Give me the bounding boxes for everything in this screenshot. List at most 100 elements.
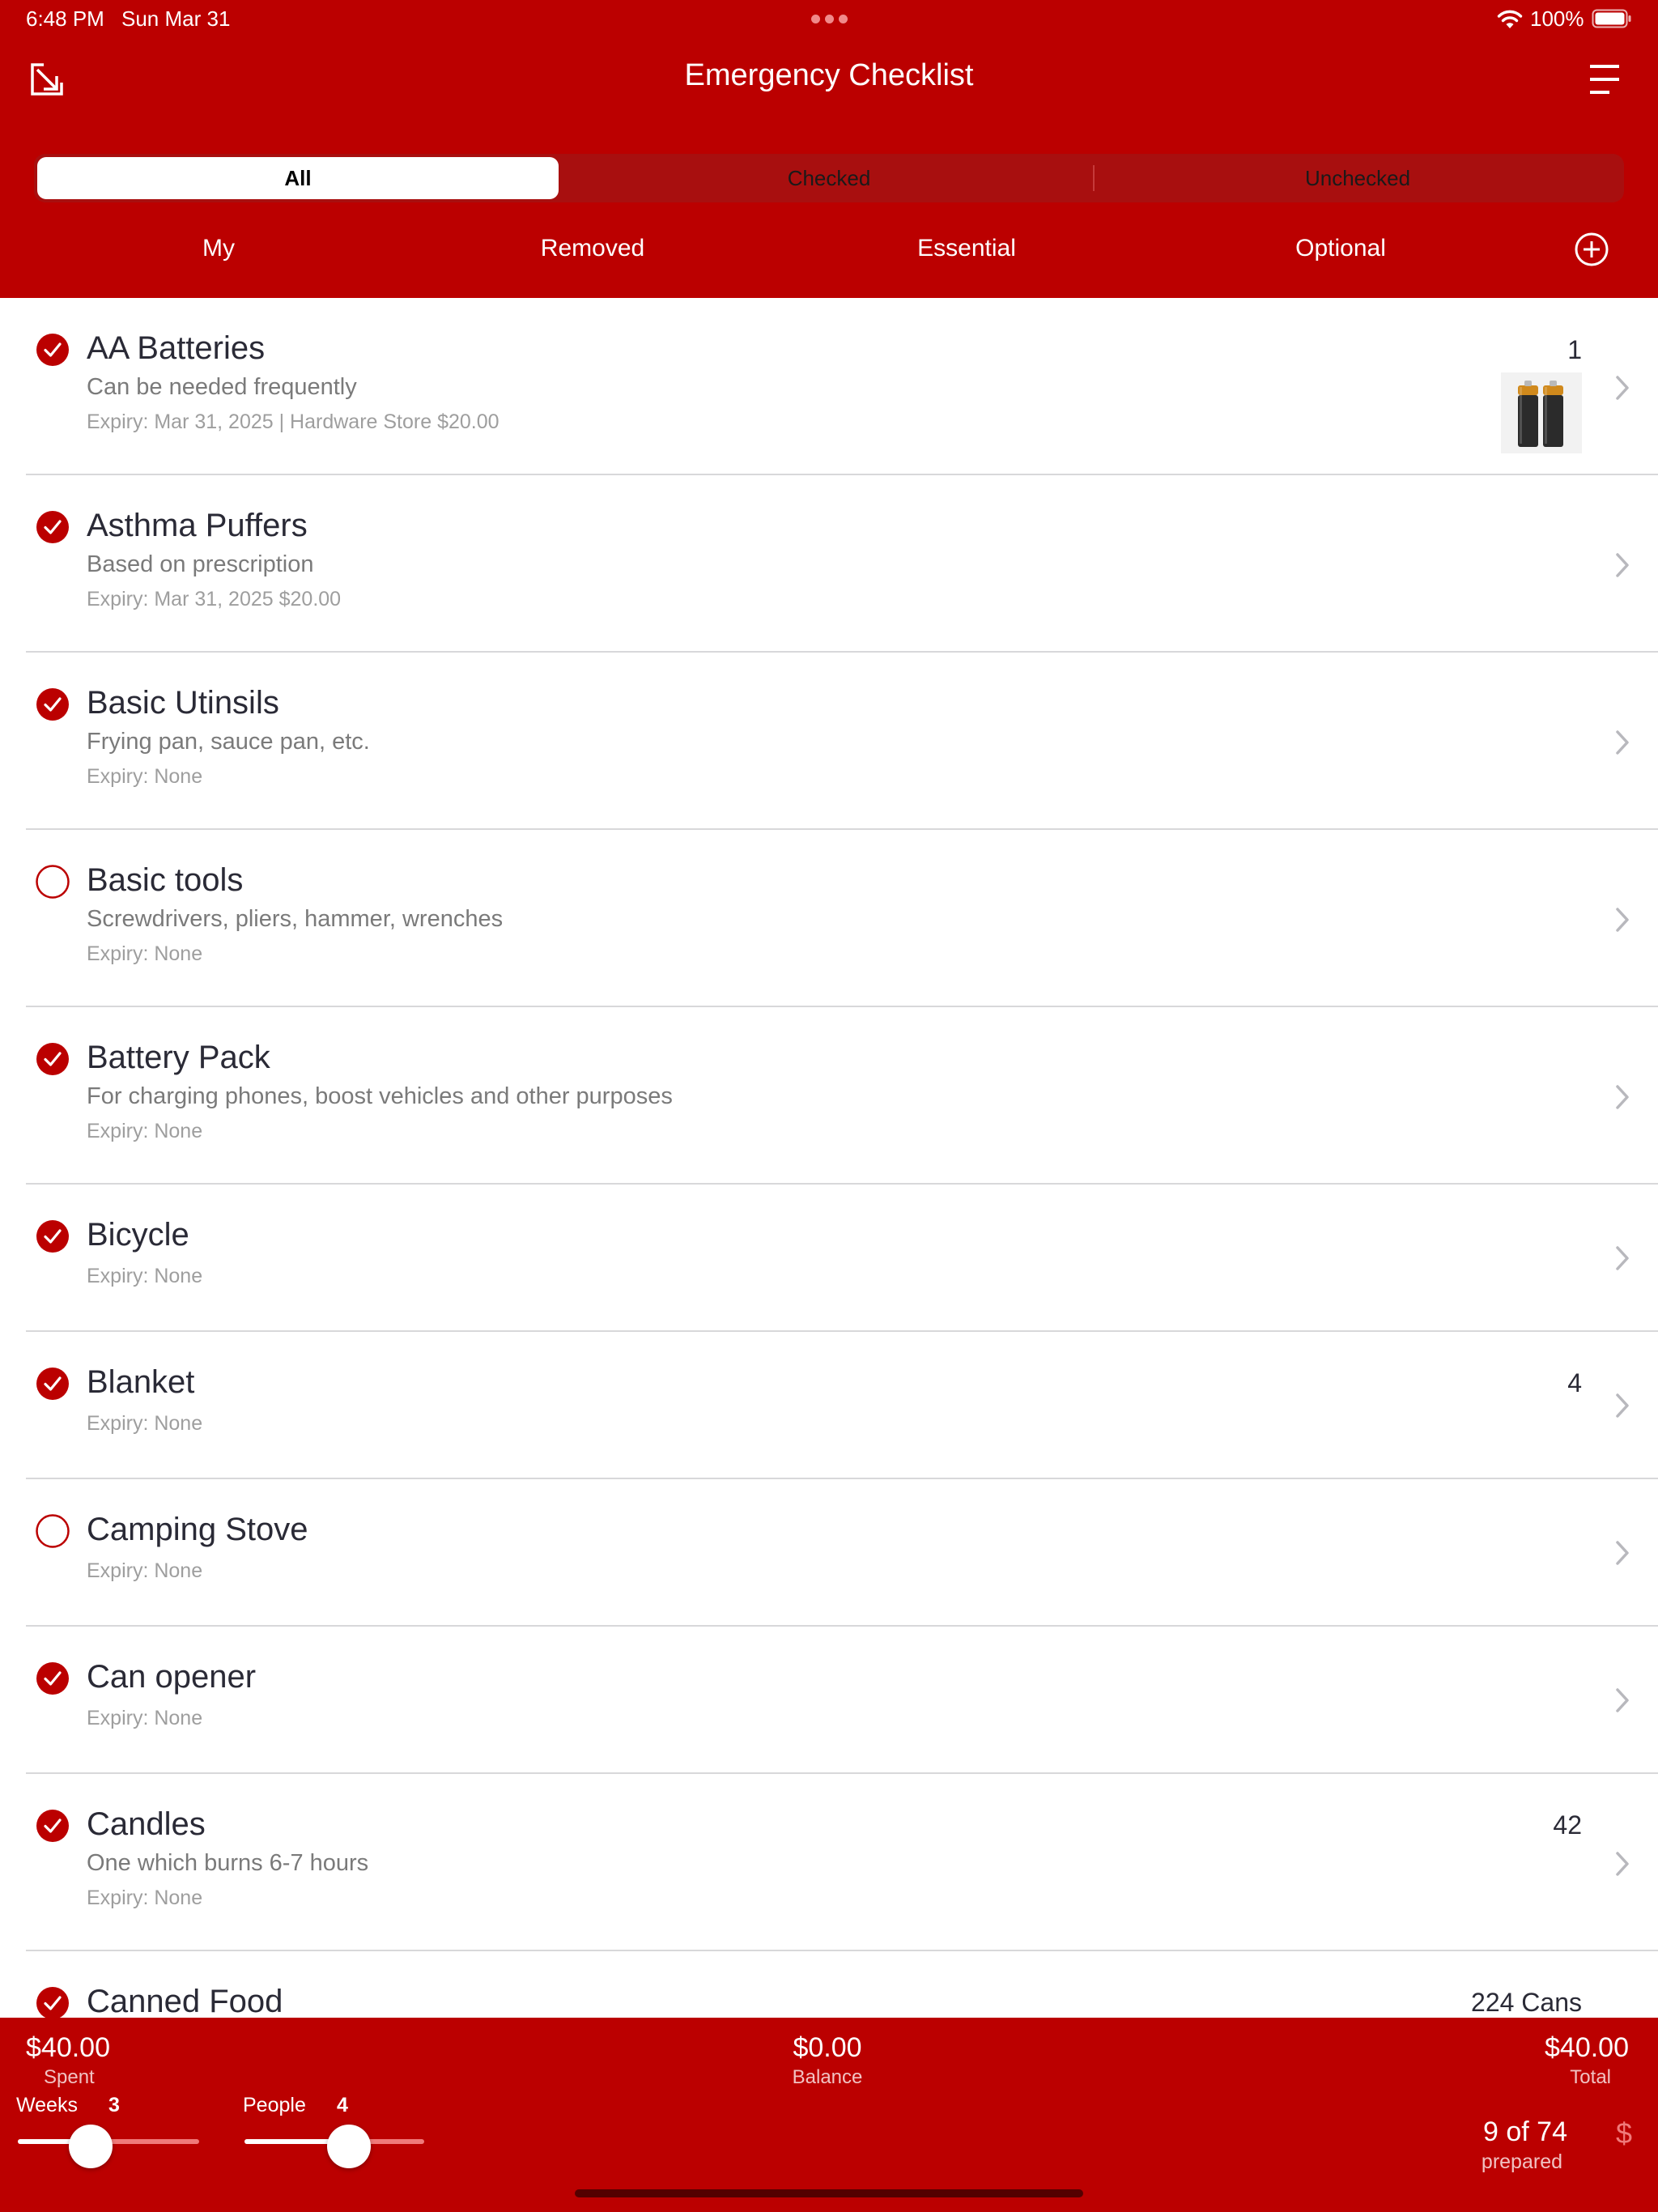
summary-bar: $40.00 Spent $0.00 Balance $40.00 Total … [0, 2018, 1658, 2212]
item-description: Screwdrivers, pliers, hammer, wrenches [87, 906, 504, 932]
item-title: Basic Utinsils [87, 685, 279, 721]
item-quantity: 42 [1553, 1810, 1582, 1840]
weeks-slider-thumb[interactable] [68, 2125, 113, 2168]
list-item[interactable]: Can opener Expiry: None [0, 1627, 1658, 1774]
dollar-icon[interactable]: $ [1616, 2116, 1632, 2150]
item-description: One which burns 6-7 hours [87, 1850, 369, 1876]
check-circle-icon[interactable] [36, 1367, 70, 1401]
item-title: Blanket [87, 1364, 195, 1400]
list-item[interactable]: Canned Food 224 Cans [0, 1951, 1658, 2018]
check-circle-icon[interactable] [36, 1219, 70, 1253]
item-title: Asthma Puffers [87, 508, 308, 543]
people-slider-thumb[interactable] [326, 2125, 371, 2168]
check-circle-icon[interactable] [36, 687, 70, 721]
item-title: Candles [87, 1806, 206, 1842]
spent-label: Spent [44, 2066, 95, 2088]
list-item[interactable]: Asthma Puffers Based on prescription Exp… [0, 475, 1658, 653]
item-quantity: 224 Cans [1471, 1988, 1582, 2017]
item-quantity: 4 [1567, 1368, 1582, 1397]
check-circle-icon[interactable] [36, 510, 70, 544]
weeks-value: 3 [108, 2094, 120, 2116]
page-title: Emergency Checklist [684, 58, 974, 92]
total-amount: $40.00 [1545, 2032, 1629, 2063]
wifi-icon [1497, 10, 1523, 28]
spent-amount: $40.00 [26, 2032, 110, 2063]
chevron-right-icon[interactable] [1614, 1392, 1630, 1419]
list-item[interactable]: Blanket Expiry: None 4 [0, 1332, 1658, 1479]
segment-unchecked[interactable]: Unchecked [1095, 157, 1621, 199]
chevron-right-icon[interactable] [1614, 551, 1630, 579]
item-meta: Expiry: None [87, 765, 203, 788]
item-meta: Expiry: Mar 31, 2025 | Hardware Store $2… [87, 410, 500, 433]
chevron-right-icon[interactable] [1614, 729, 1630, 756]
chevron-right-icon[interactable] [1614, 1244, 1630, 1272]
segment-all[interactable]: All [37, 157, 559, 199]
item-title: Bicycle [87, 1217, 189, 1253]
item-description: Frying pan, sauce pan, etc. [87, 729, 370, 755]
list-item[interactable]: Bicycle Expiry: None [0, 1185, 1658, 1332]
item-description: Based on prescription [87, 551, 314, 577]
balance-amount: $0.00 [793, 2032, 862, 2063]
filter-optional[interactable]: Optional [1295, 235, 1386, 262]
item-quantity: 1 [1567, 335, 1582, 364]
item-title: Battery Pack [87, 1040, 270, 1075]
check-circle-icon[interactable] [36, 1809, 70, 1843]
status-bar: 6:48 PM Sun Mar 31 100% [0, 0, 1658, 39]
empty-circle-icon[interactable] [36, 865, 70, 899]
status-time: 6:48 PM [26, 6, 104, 31]
list-item[interactable]: Basic Utinsils Frying pan, sauce pan, et… [0, 653, 1658, 830]
empty-circle-icon[interactable] [36, 1514, 70, 1548]
balance-label: Balance [792, 2066, 863, 2088]
item-description: Can be needed frequently [87, 374, 357, 400]
item-meta: Expiry: None [87, 1412, 203, 1435]
segment-checked[interactable]: Checked [563, 157, 1095, 199]
item-description: For charging phones, boost vehicles and … [87, 1083, 673, 1109]
filter-my[interactable]: My [202, 235, 235, 262]
item-meta: Expiry: None [87, 1707, 203, 1729]
item-meta: Expiry: Mar 31, 2025 $20.00 [87, 588, 342, 610]
check-circle-icon[interactable] [36, 1986, 70, 2018]
checklist: AA Batteries Can be needed frequently Ex… [0, 298, 1658, 2018]
battery-percentage: 100% [1530, 6, 1584, 31]
item-title: Canned Food [87, 1984, 283, 2018]
top-bar: 6:48 PM Sun Mar 31 100% Emergency Checkl… [0, 0, 1658, 298]
item-image [1501, 372, 1582, 453]
weeks-label: Weeks [16, 2094, 78, 2116]
prepared-count: 9 of 74 [1483, 2116, 1567, 2147]
item-meta: Expiry: None [87, 1120, 203, 1142]
item-meta: Expiry: None [87, 1559, 203, 1582]
chevron-right-icon[interactable] [1614, 1083, 1630, 1111]
home-indicator [575, 2189, 1083, 2197]
add-item-icon[interactable] [1574, 232, 1609, 267]
chevron-right-icon[interactable] [1614, 374, 1630, 402]
list-item[interactable]: Camping Stove Expiry: None [0, 1479, 1658, 1627]
chevron-right-icon[interactable] [1614, 1687, 1630, 1714]
chevron-right-icon[interactable] [1614, 1850, 1630, 1878]
multitasking-dots-icon[interactable] [810, 10, 848, 26]
prepared-label: prepared [1481, 2150, 1562, 2173]
list-item[interactable]: AA Batteries Can be needed frequently Ex… [0, 298, 1658, 475]
list-item[interactable]: Candles One which burns 6-7 hours Expiry… [0, 1774, 1658, 1951]
item-meta: Expiry: None [87, 942, 203, 965]
filter-essential[interactable]: Essential [917, 235, 1016, 262]
people-value: 4 [337, 2094, 348, 2116]
check-circle-icon[interactable] [36, 333, 70, 367]
list-item[interactable]: Basic tools Screwdrivers, pliers, hammer… [0, 830, 1658, 1007]
item-title: Can opener [87, 1659, 257, 1695]
filter-removed[interactable]: Removed [541, 235, 644, 262]
check-circle-icon[interactable] [36, 1661, 70, 1695]
item-title: Camping Stove [87, 1512, 308, 1547]
battery-icon [1592, 9, 1631, 28]
status-date: Sun Mar 31 [121, 6, 231, 31]
filter-segmented-control: All Checked Unchecked [34, 154, 1624, 202]
chevron-right-icon[interactable] [1614, 1539, 1630, 1567]
chevron-right-icon[interactable] [1614, 906, 1630, 934]
people-label: People [243, 2094, 306, 2116]
item-meta: Expiry: None [87, 1887, 203, 1909]
item-title: Basic tools [87, 862, 244, 898]
item-meta: Expiry: None [87, 1265, 203, 1287]
total-label: Total [1570, 2066, 1611, 2088]
menu-icon[interactable] [1587, 62, 1622, 97]
check-circle-icon[interactable] [36, 1042, 70, 1076]
list-item[interactable]: Battery Pack For charging phones, boost … [0, 1007, 1658, 1185]
